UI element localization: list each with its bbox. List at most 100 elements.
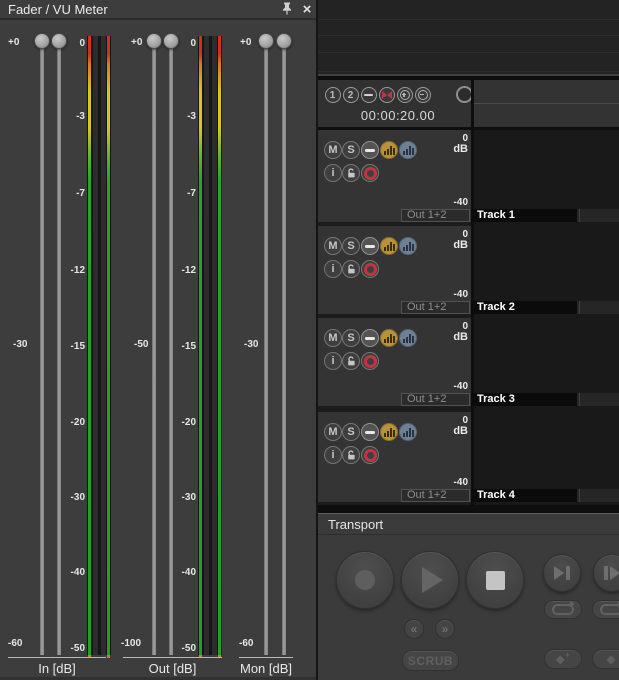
spectral-display-button[interactable]: [399, 141, 417, 159]
collapse-button[interactable]: [361, 87, 377, 103]
pin-button[interactable]: [280, 3, 294, 18]
record-arm-button[interactable]: [361, 352, 379, 370]
spectral-display-button[interactable]: [399, 423, 417, 441]
fader-track: [169, 47, 173, 655]
minimize-track-button[interactable]: [361, 329, 379, 347]
record-button[interactable]: [336, 551, 394, 609]
fader-knob[interactable]: [276, 33, 292, 49]
record-arm-button[interactable]: [361, 164, 379, 182]
timecode-display[interactable]: 00:00:20.00: [328, 108, 468, 123]
meter-display-button[interactable]: [380, 329, 398, 347]
play-to-end-button[interactable]: [543, 554, 581, 592]
fader-top-label: +0: [240, 37, 251, 48]
section-caption: Out [dB]: [123, 661, 222, 676]
vu-meter-out: [198, 36, 222, 655]
output-routing-box[interactable]: Out 1+2: [401, 209, 470, 222]
loop-button[interactable]: [544, 600, 582, 619]
transport-panel: Transport « »: [318, 513, 619, 680]
bar-chart-icon: [384, 428, 395, 437]
minimize-track-button[interactable]: [361, 423, 379, 441]
timeline-ruler[interactable]: [474, 80, 619, 127]
arrangement-area[interactable]: [474, 130, 619, 505]
lock-button[interactable]: [342, 260, 360, 278]
fader-knob[interactable]: [146, 33, 162, 49]
loop-range-button[interactable]: [592, 600, 619, 619]
fader-track: [57, 47, 61, 655]
zoom-to-range-button[interactable]: [379, 87, 395, 103]
stop-button[interactable]: [466, 551, 524, 609]
app-window: Fader / VU Meter × +0 -30 -60 0 -3 -7 -1…: [0, 0, 619, 680]
meter-scale-label: -12: [63, 265, 85, 276]
zoom-out-button[interactable]: [415, 87, 431, 103]
arranger-panel: 1 2 00:00:20.00 M S i: [318, 0, 619, 680]
track-name-tab[interactable]: Track 1: [471, 209, 577, 222]
lock-button[interactable]: [342, 164, 360, 182]
fader-vu-meter-panel: Fader / VU Meter × +0 -30 -60 0 -3 -7 -1…: [0, 0, 318, 680]
mouse-mode-1-button[interactable]: 1: [325, 87, 341, 103]
solo-button[interactable]: S: [342, 141, 360, 159]
play-button[interactable]: [401, 551, 459, 609]
forward-button[interactable]: »: [435, 619, 455, 639]
scrub-button[interactable]: SCRUB: [402, 650, 459, 671]
marker-button[interactable]: ◆: [592, 649, 619, 669]
mute-button[interactable]: M: [324, 423, 342, 441]
output-routing-box[interactable]: Out 1+2: [401, 489, 470, 502]
play-from-start-button[interactable]: [593, 554, 619, 592]
spectral-display-button[interactable]: [399, 329, 417, 347]
db-scale-unit: dB: [453, 425, 468, 437]
db-scale-bottom: -40: [454, 289, 468, 300]
fader-bottom-label: -100: [121, 638, 141, 649]
fader-track: [282, 47, 286, 655]
meter-scale-label: -40: [63, 567, 85, 578]
meter-led-column: [212, 36, 217, 655]
stop-icon: [486, 571, 505, 590]
record-icon: [364, 355, 377, 368]
track-info-button[interactable]: i: [324, 446, 342, 464]
zoom-out-icon: [418, 90, 428, 100]
solo-button[interactable]: S: [342, 237, 360, 255]
record-arm-button[interactable]: [361, 260, 379, 278]
zoom-in-button[interactable]: [397, 87, 413, 103]
output-routing-box[interactable]: Out 1+2: [401, 393, 470, 406]
record-arm-button[interactable]: [361, 446, 379, 464]
meter-scale-label: -20: [63, 417, 85, 428]
output-routing-box[interactable]: Out 1+2: [401, 301, 470, 314]
meter-display-button[interactable]: [380, 423, 398, 441]
solo-button[interactable]: S: [342, 423, 360, 441]
mute-button[interactable]: M: [324, 237, 342, 255]
row-divider: [318, 52, 619, 53]
track-name-tab[interactable]: Track 2: [471, 301, 577, 314]
meter-display-button[interactable]: [380, 237, 398, 255]
solo-button[interactable]: S: [342, 329, 360, 347]
panel-titlebar: Fader / VU Meter ×: [0, 0, 318, 20]
add-marker-button[interactable]: ◆+: [544, 649, 582, 669]
pin-icon: [282, 2, 292, 20]
mouse-mode-2-button[interactable]: 2: [343, 87, 359, 103]
fader-knob[interactable]: [34, 33, 50, 49]
rewind-button[interactable]: «: [404, 619, 424, 639]
lock-button[interactable]: [342, 352, 360, 370]
meter-display-button[interactable]: [380, 141, 398, 159]
mute-button[interactable]: M: [324, 141, 342, 159]
track-name-tab[interactable]: Track 4: [471, 489, 577, 502]
bar-chart-icon: [384, 242, 395, 251]
mute-button[interactable]: M: [324, 329, 342, 347]
track-name-tab[interactable]: Track 3: [471, 393, 577, 406]
close-button[interactable]: ×: [299, 1, 315, 18]
track-info-button[interactable]: i: [324, 164, 342, 182]
meter-scale-label: -40: [174, 567, 196, 578]
meter-gradient-strip: [199, 36, 202, 655]
play-icon: [422, 567, 443, 593]
spectral-display-button[interactable]: [399, 237, 417, 255]
bar-chart-icon: [384, 146, 395, 155]
fader-knob[interactable]: [258, 33, 274, 49]
track-info-button[interactable]: i: [324, 260, 342, 278]
track-info-button[interactable]: i: [324, 352, 342, 370]
minimize-track-button[interactable]: [361, 237, 379, 255]
lock-button[interactable]: [342, 446, 360, 464]
meter-scale-label: -30: [174, 492, 196, 503]
fader-track: [40, 47, 44, 655]
meter-scale-label: -50: [63, 643, 85, 654]
meter-scale-label: -3: [63, 111, 85, 122]
minimize-track-button[interactable]: [361, 141, 379, 159]
